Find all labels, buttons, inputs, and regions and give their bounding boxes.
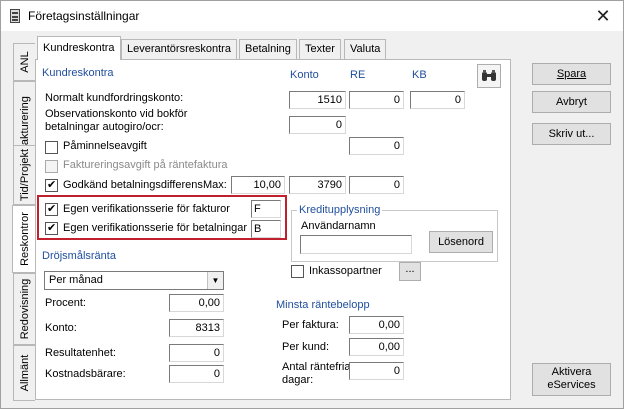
obs-konto-field[interactable]: 0 bbox=[289, 116, 346, 134]
antal-field[interactable]: 0 bbox=[349, 362, 404, 380]
drojsmal-period-value: Per månad bbox=[49, 274, 103, 286]
obs-label-line2: betalningar autogiro/ocr: bbox=[45, 121, 164, 133]
procent-label: Procent: bbox=[45, 297, 86, 309]
section-title: Kundreskontra bbox=[42, 67, 114, 79]
ver-fakturor-checkbox[interactable] bbox=[45, 202, 58, 216]
ver-betalningar-checkbox[interactable] bbox=[45, 221, 58, 235]
inkasso-label: Inkassopartner bbox=[309, 265, 382, 277]
chevron-down-icon[interactable]: ▼ bbox=[207, 272, 223, 289]
side-tab-anl[interactable]: ANL bbox=[13, 43, 35, 81]
procent-field[interactable]: 0,00 bbox=[169, 294, 224, 312]
losenord-button[interactable]: Lösenord bbox=[429, 231, 493, 253]
paminnelse-checkbox[interactable] bbox=[45, 141, 58, 154]
drojsmal-konto-field[interactable]: 8313 bbox=[169, 319, 224, 337]
drojsmal-title: Dröjsmålsränta bbox=[42, 250, 116, 262]
aktivera-eservices-button[interactable]: Aktivera eServices bbox=[532, 363, 611, 396]
per-kund-field[interactable]: 0,00 bbox=[349, 338, 404, 356]
antal-label-line2: dagar: bbox=[282, 374, 314, 386]
inkasso-dots-button[interactable]: ... bbox=[399, 262, 421, 281]
col-kb-header: KB bbox=[412, 69, 427, 81]
ver-betalningar-label: Egen verifikationsserie för betalningar bbox=[63, 222, 248, 234]
tab-texter[interactable]: Texter bbox=[299, 39, 341, 59]
save-button[interactable]: Spara bbox=[532, 63, 611, 85]
kostnadsbarare-field[interactable]: 0 bbox=[169, 365, 224, 383]
resultatenhet-label: Resultatenhet: bbox=[45, 347, 116, 359]
drojsmal-period-select[interactable]: Per månad ▼ bbox=[44, 271, 224, 290]
kredit-title: Kreditupplysning bbox=[297, 204, 383, 216]
col-konto-header: Konto bbox=[290, 69, 319, 81]
antal-label-line1: Antal räntefria bbox=[282, 361, 351, 373]
inkasso-checkbox[interactable] bbox=[291, 265, 304, 278]
search-binoculars-button[interactable] bbox=[477, 64, 501, 88]
ver-fakturor-field[interactable]: F bbox=[251, 200, 281, 218]
window-title: Företagsinställningar bbox=[28, 9, 140, 23]
tab-betalning[interactable]: Betalning bbox=[239, 39, 297, 59]
godkand-checkbox[interactable] bbox=[45, 178, 58, 192]
normalt-re-field[interactable]: 0 bbox=[349, 91, 404, 109]
normalt-konto-field[interactable]: 1510 bbox=[289, 91, 346, 109]
binoculars-icon bbox=[482, 70, 496, 81]
minsta-title: Minsta räntebelopp bbox=[276, 299, 370, 311]
title-bar: Företagsinställningar ✕ bbox=[1, 1, 623, 31]
side-tab-tid-projekt[interactable]: Tid/Projekt bbox=[13, 145, 35, 205]
normalt-kb-field[interactable]: 0 bbox=[410, 91, 465, 109]
settings-window: Företagsinställningar ✕ ANL Fakturering … bbox=[0, 0, 624, 409]
per-faktura-field[interactable]: 0,00 bbox=[349, 316, 404, 334]
cancel-button[interactable]: Avbryt bbox=[532, 91, 611, 113]
godkand-max-label: Max: bbox=[203, 179, 227, 191]
kostnadsbarare-label: Kostnadsbärare: bbox=[45, 368, 126, 380]
tab-valuta[interactable]: Valuta bbox=[344, 39, 387, 59]
print-button[interactable]: Skriv ut... bbox=[532, 123, 611, 145]
faktureringsavgift-label: Faktureringsavgift på räntefaktura bbox=[63, 159, 228, 171]
godkand-label: Godkänd betalningsdifferens bbox=[63, 179, 203, 191]
drojsmal-konto-label: Konto: bbox=[45, 322, 77, 334]
obs-label-line1: Observationskonto vid bokför bbox=[45, 108, 188, 120]
per-faktura-label: Per faktura: bbox=[282, 319, 339, 331]
side-tab-redovisning[interactable]: Redovisning bbox=[13, 273, 35, 345]
godkand-max-field[interactable]: 10,00 bbox=[231, 176, 285, 194]
per-kund-label: Per kund: bbox=[282, 341, 330, 353]
side-tab-allmant[interactable]: Allmänt bbox=[13, 345, 35, 401]
col-re-header: RE bbox=[350, 69, 366, 81]
resultatenhet-field[interactable]: 0 bbox=[169, 344, 224, 362]
ver-betalningar-field[interactable]: B bbox=[251, 220, 281, 238]
kredit-user-field[interactable] bbox=[300, 235, 412, 254]
normalt-label: Normalt kundfordringskonto: bbox=[45, 92, 184, 104]
godkand-konto-field[interactable]: 3790 bbox=[289, 176, 346, 194]
faktureringsavgift-checkbox[interactable] bbox=[45, 160, 58, 173]
tab-kundreskontra[interactable]: Kundreskontra bbox=[37, 36, 121, 60]
tab-leverantorsreskontra[interactable]: Leverantörsreskontra bbox=[121, 39, 237, 59]
ver-fakturor-label: Egen verifikationsserie för fakturor bbox=[63, 203, 230, 215]
side-tab-reskontror[interactable]: Reskontror bbox=[12, 205, 36, 273]
kredit-user-label: Användarnamn bbox=[301, 220, 376, 232]
close-icon[interactable]: ✕ bbox=[593, 6, 613, 26]
godkand-re-field[interactable]: 0 bbox=[349, 176, 404, 194]
paminnelse-label: Påminnelseavgift bbox=[63, 140, 147, 152]
paminnelse-re-field[interactable]: 0 bbox=[349, 137, 404, 155]
app-icon bbox=[10, 9, 20, 23]
